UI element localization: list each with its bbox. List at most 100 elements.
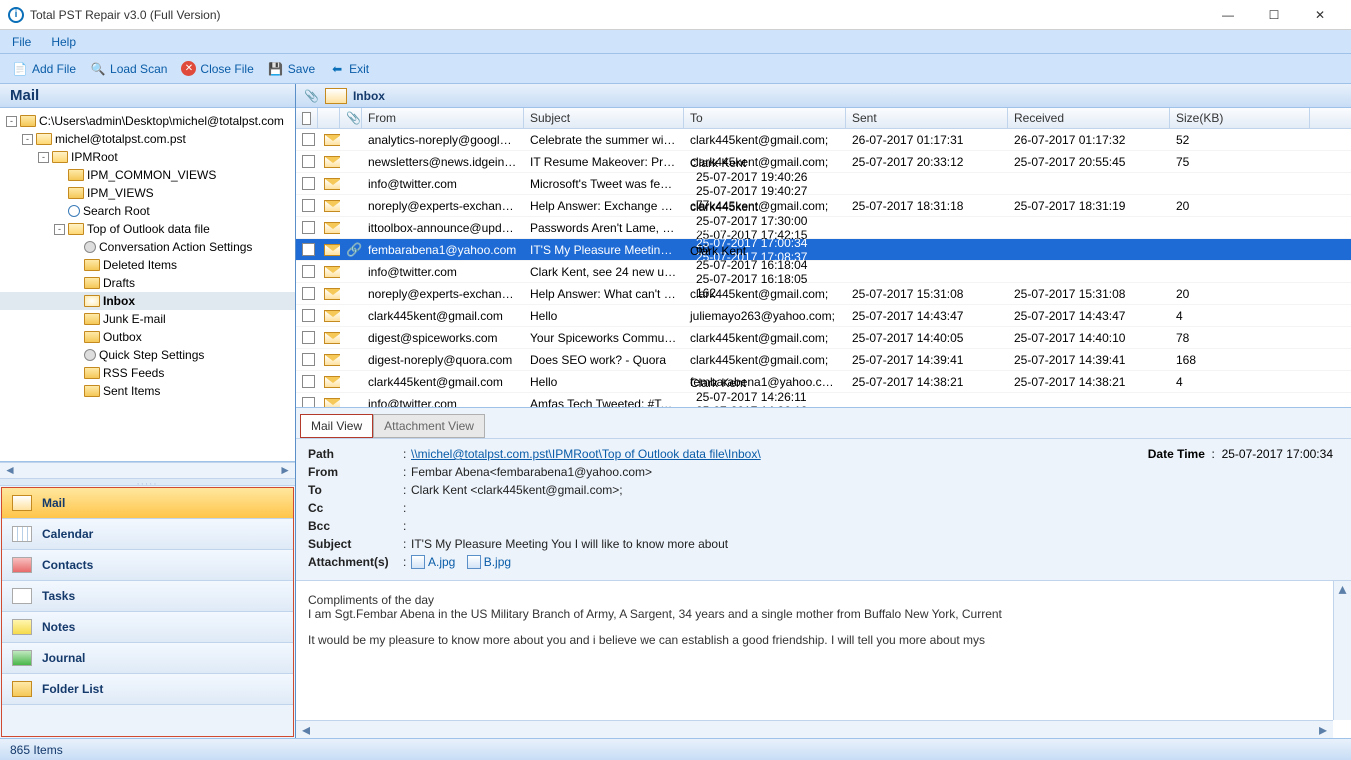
nav-mail[interactable]: Mail	[2, 488, 293, 519]
tree-item[interactable]: Sent Items	[0, 382, 295, 400]
expand-icon[interactable]	[70, 314, 81, 325]
path-link[interactable]: \\michel@totalpst.com.pst\IPMRoot\Top of…	[411, 447, 761, 461]
tree-item[interactable]: Conversation Action Settings	[0, 238, 295, 256]
folder-tree[interactable]: -C:\Users\admin\Desktop\michel@totalpst.…	[0, 108, 295, 462]
row-checkbox[interactable]	[296, 177, 318, 190]
row-checkbox[interactable]	[296, 397, 318, 407]
scroll-up-icon[interactable]: ▴	[1335, 581, 1351, 597]
expand-icon[interactable]	[70, 260, 81, 271]
row-checkbox[interactable]	[296, 155, 318, 168]
tree-item[interactable]: -IPMRoot	[0, 148, 295, 166]
expand-icon[interactable]	[70, 332, 81, 343]
menu-help[interactable]: Help	[51, 35, 76, 49]
scroll-right-icon[interactable]: ▸	[1315, 722, 1331, 738]
row-checkbox[interactable]	[296, 353, 318, 366]
tree-item[interactable]: Outbox	[0, 328, 295, 346]
tab-mail-view[interactable]: Mail View	[300, 414, 373, 438]
tree-item[interactable]: -C:\Users\admin\Desktop\michel@totalpst.…	[0, 112, 295, 130]
expand-icon[interactable]: -	[22, 134, 33, 145]
tree-item[interactable]: Quick Step Settings	[0, 346, 295, 364]
expand-icon[interactable]	[70, 296, 81, 307]
nav-contacts[interactable]: Contacts	[2, 550, 293, 581]
row-checkbox[interactable]	[296, 133, 318, 146]
tree-hscroll[interactable]: ◄►	[0, 462, 295, 478]
body-hscroll[interactable]: ◂▸	[296, 720, 1333, 738]
menu-file[interactable]: File	[12, 35, 31, 49]
tree-item[interactable]: IPM_VIEWS	[0, 184, 295, 202]
row-checkbox[interactable]	[296, 331, 318, 344]
tree-item[interactable]: IPM_COMMON_VIEWS	[0, 166, 295, 184]
expand-icon[interactable]: -	[6, 116, 17, 127]
table-row[interactable]: clark445kent@gmail.comHellojuliemayo263@…	[296, 305, 1351, 327]
load-scan-button[interactable]: 🔍Load Scan	[84, 59, 173, 79]
table-row[interactable]: digest-noreply@quora.comDoes SEO work? -…	[296, 349, 1351, 371]
table-row[interactable]: noreply@experts-exchange....Help Answer:…	[296, 283, 1351, 305]
table-row[interactable]: digest@spiceworks.comYour Spiceworks Com…	[296, 327, 1351, 349]
close-button[interactable]: ✕	[1297, 0, 1343, 30]
left-pane-header: Mail	[0, 84, 295, 108]
tab-attachment-view[interactable]: Attachment View	[373, 414, 485, 438]
nav-calendar[interactable]: Calendar	[2, 519, 293, 550]
row-checkbox[interactable]	[296, 243, 318, 256]
row-checkbox[interactable]	[296, 265, 318, 278]
nav-folder-list[interactable]: Folder List	[2, 674, 293, 705]
attachment-file[interactable]: B.jpg	[467, 555, 511, 569]
save-button[interactable]: 💾Save	[262, 59, 321, 79]
col-from[interactable]: From	[362, 108, 524, 128]
cell-subject: Hello	[524, 309, 684, 323]
expand-icon[interactable]	[54, 170, 65, 181]
expand-icon[interactable]	[54, 206, 65, 217]
expand-icon[interactable]	[70, 242, 81, 253]
close-file-button[interactable]: ✕Close File	[175, 59, 259, 78]
tree-item[interactable]: Junk E-mail	[0, 310, 295, 328]
table-row[interactable]: info@twitter.comMicrosoft's Tweet was fe…	[296, 173, 1351, 195]
col-received[interactable]: Received	[1008, 108, 1170, 128]
table-row[interactable]: analytics-noreply@google.c...Celebrate t…	[296, 129, 1351, 151]
row-checkbox[interactable]	[296, 309, 318, 322]
nav-notes[interactable]: Notes	[2, 612, 293, 643]
tree-item[interactable]: Search Root	[0, 202, 295, 220]
tree-item[interactable]: Deleted Items	[0, 256, 295, 274]
tree-item[interactable]: -Top of Outlook data file	[0, 220, 295, 238]
minimize-button[interactable]: —	[1205, 0, 1251, 30]
mail-icon	[318, 376, 340, 388]
col-sent[interactable]: Sent	[846, 108, 1008, 128]
tree-item[interactable]: -michel@totalpst.com.pst	[0, 130, 295, 148]
table-row[interactable]: info@twitter.comAmfas Tech Tweeted: #Top…	[296, 393, 1351, 407]
expand-icon[interactable]	[70, 350, 81, 361]
mail-icon	[318, 332, 340, 344]
splitter-handle[interactable]: ∙∙∙∙∙	[0, 478, 295, 486]
expand-icon[interactable]	[54, 188, 65, 199]
col-to[interactable]: To	[684, 108, 846, 128]
tree-item[interactable]: RSS Feeds	[0, 364, 295, 382]
col-icon[interactable]	[318, 108, 340, 128]
expand-icon[interactable]	[70, 278, 81, 289]
add-file-button[interactable]: 📄Add File	[6, 59, 82, 79]
message-body[interactable]: Compliments of the day I am Sgt.Fembar A…	[296, 580, 1351, 738]
grid-body[interactable]: analytics-noreply@google.c...Celebrate t…	[296, 129, 1351, 407]
row-checkbox[interactable]	[296, 287, 318, 300]
expand-icon[interactable]: -	[54, 224, 65, 235]
row-checkbox[interactable]	[296, 199, 318, 212]
col-subject[interactable]: Subject	[524, 108, 684, 128]
row-checkbox[interactable]	[296, 221, 318, 234]
tree-item[interactable]: Drafts	[0, 274, 295, 292]
body-vscroll[interactable]: ▴	[1333, 581, 1351, 720]
scroll-left-icon[interactable]: ◂	[298, 722, 314, 738]
exit-button[interactable]: ⬅Exit	[323, 59, 375, 79]
col-attachment[interactable]: 📎	[340, 108, 362, 128]
expand-icon[interactable]	[70, 386, 81, 397]
attachment-file[interactable]: A.jpg	[411, 555, 455, 569]
row-checkbox[interactable]	[296, 375, 318, 388]
col-size[interactable]: Size(KB)	[1170, 108, 1310, 128]
nav-tasks[interactable]: Tasks	[2, 581, 293, 612]
table-row[interactable]: info@twitter.comClark Kent, see 24 new u…	[296, 261, 1351, 283]
maximize-button[interactable]: ☐	[1251, 0, 1297, 30]
expand-icon[interactable]	[70, 368, 81, 379]
tree-item[interactable]: Inbox	[0, 292, 295, 310]
nav-journal[interactable]: Journal	[2, 643, 293, 674]
cell-sent: 25-07-2017 15:31:08	[846, 287, 1008, 301]
con-icon	[12, 557, 32, 573]
expand-icon[interactable]: -	[38, 152, 49, 163]
col-checkbox[interactable]	[296, 108, 318, 128]
